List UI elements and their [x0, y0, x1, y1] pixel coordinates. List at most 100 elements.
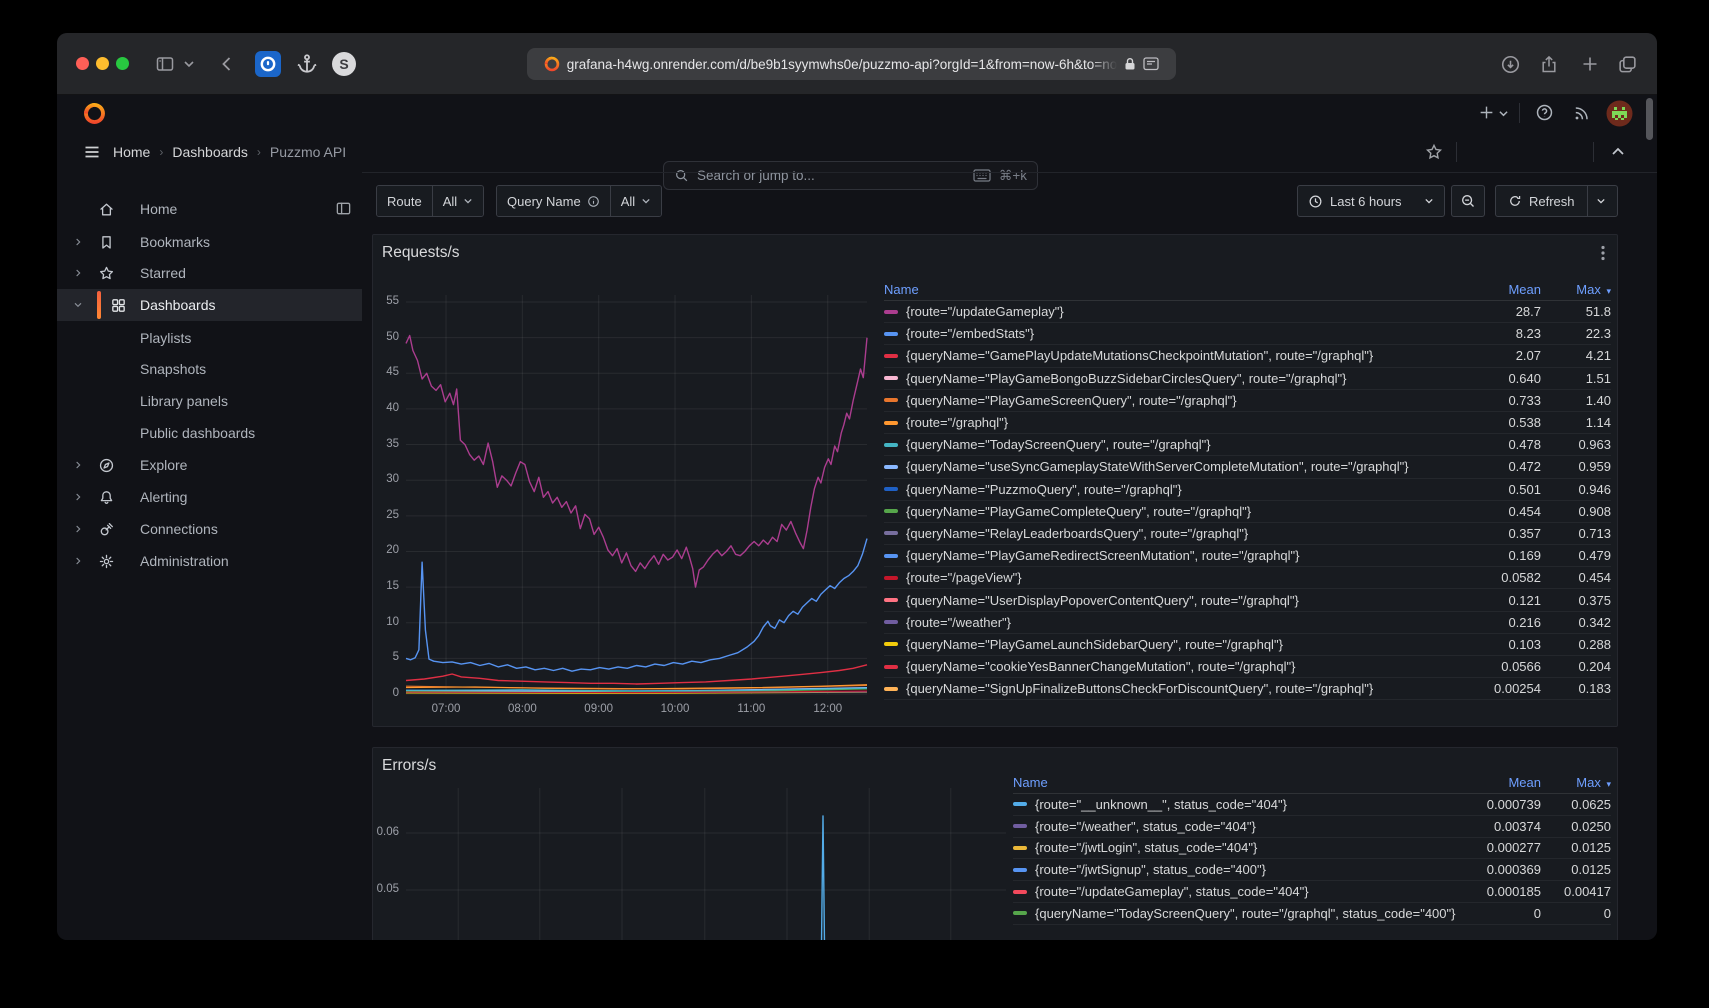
- traffic-light-zoom[interactable]: [116, 57, 129, 70]
- chevron-right-icon[interactable]: [71, 459, 85, 471]
- series-name[interactable]: {queryName="PuzzmoQuery", route="/graphq…: [906, 482, 1182, 497]
- sidebar-item-explore[interactable]: Explore: [57, 449, 362, 481]
- series-name[interactable]: {route="/jwtLogin", status_code="404"}: [1035, 840, 1257, 855]
- legend-row[interactable]: {queryName="TodayScreenQuery", route="/g…: [1013, 903, 1611, 925]
- toolbar-chevron-down-icon[interactable]: [183, 59, 195, 69]
- legend-row[interactable]: {route="__unknown__", status_code="404"}…: [1013, 794, 1611, 816]
- legend-col-mean[interactable]: Mean: [1457, 282, 1541, 297]
- chevron-right-icon[interactable]: [71, 555, 85, 567]
- series-name[interactable]: {route="/updateGameplay"}: [906, 304, 1064, 319]
- chevron-right-icon[interactable]: [71, 523, 85, 535]
- series-name[interactable]: {route="/weather"}: [906, 615, 1011, 630]
- query-name-filter[interactable]: Query Name All: [496, 185, 662, 217]
- s-extension-icon[interactable]: S: [331, 51, 357, 77]
- sidebar-item-public-dashboards[interactable]: Public dashboards: [57, 417, 362, 449]
- series-name[interactable]: {route="/pageView"}: [906, 570, 1022, 585]
- legend-row[interactable]: {queryName="SignUpFinalizeButtonsCheckFo…: [884, 678, 1611, 700]
- refresh-interval-dropdown[interactable]: [1587, 186, 1614, 216]
- back-button-icon[interactable]: [217, 54, 237, 74]
- legend-row[interactable]: {queryName="PlayGameScreenQuery", route=…: [884, 390, 1611, 412]
- series-name[interactable]: {queryName="RelayLeaderboardsQuery", rou…: [906, 526, 1248, 541]
- legend-col-name[interactable]: Name: [884, 282, 1457, 297]
- breadcrumb-item-dashboards[interactable]: Dashboards: [172, 144, 248, 160]
- add-icon[interactable]: [1478, 104, 1495, 121]
- legend-row[interactable]: {queryName="UserDisplayPopoverContentQue…: [884, 589, 1611, 611]
- route-filter-value[interactable]: All: [432, 186, 483, 216]
- series-name[interactable]: {route="__unknown__", status_code="404"}: [1035, 797, 1287, 812]
- legend-col-max[interactable]: Max ▾: [1541, 775, 1611, 790]
- add-chevron-down-icon[interactable]: [1498, 109, 1509, 118]
- sidebar-item-dashboards[interactable]: Dashboards: [57, 289, 362, 321]
- time-range-picker[interactable]: Last 6 hours: [1297, 185, 1445, 217]
- series-name[interactable]: {route="/weather", status_code="404"}: [1035, 819, 1256, 834]
- legend-row[interactable]: {route="/jwtLogin", status_code="404"}0.…: [1013, 838, 1611, 860]
- series-name[interactable]: {route="/embedStats"}: [906, 326, 1034, 341]
- address-bar[interactable]: grafana-h4wg.onrender.com/d/be9b1syymwhs…: [527, 48, 1176, 80]
- series-name[interactable]: {queryName="cookieYesBannerChangeMutatio…: [906, 659, 1295, 674]
- legend-row[interactable]: {queryName="RelayLeaderboardsQuery", rou…: [884, 523, 1611, 545]
- share-icon[interactable]: [1539, 54, 1559, 75]
- collapse-toolbar-chevron-up-icon[interactable]: [1611, 146, 1625, 157]
- sidebar-toggle-icon[interactable]: [155, 54, 175, 74]
- legend-row[interactable]: {queryName="cookieYesBannerChangeMutatio…: [884, 656, 1611, 678]
- series-name[interactable]: {route="/jwtSignup", status_code="400"}: [1035, 862, 1266, 877]
- legend-row[interactable]: {queryName="useSyncGameplayStateWithServ…: [884, 456, 1611, 478]
- legend-row[interactable]: {route="/graphql"}0.5381.14: [884, 412, 1611, 434]
- series-name[interactable]: {queryName="PlayGameLaunchSidebarQuery",…: [906, 637, 1283, 652]
- legend-col-mean[interactable]: Mean: [1457, 775, 1541, 790]
- route-filter[interactable]: Route All: [376, 185, 484, 217]
- user-avatar[interactable]: [1606, 100, 1633, 127]
- news-rss-icon[interactable]: [1573, 104, 1591, 122]
- legend-row[interactable]: {route="/jwtSignup", status_code="400"}0…: [1013, 859, 1611, 881]
- star-dashboard-icon[interactable]: [1425, 143, 1443, 161]
- query-name-filter-value[interactable]: All: [610, 186, 661, 216]
- breadcrumb-item-home[interactable]: Home: [113, 144, 150, 160]
- series-name[interactable]: {route="/updateGameplay", status_code="4…: [1035, 884, 1309, 899]
- series-name[interactable]: {route="/graphql"}: [906, 415, 1008, 430]
- legend-row[interactable]: {route="/weather"}0.2160.342: [884, 612, 1611, 634]
- series-name[interactable]: {queryName="TodayScreenQuery", route="/g…: [906, 437, 1211, 452]
- dock-menu-icon[interactable]: [335, 200, 352, 217]
- sidebar-item-playlists[interactable]: Playlists: [57, 322, 362, 354]
- legend-row[interactable]: {queryName="GamePlayUpdateMutationsCheck…: [884, 345, 1611, 367]
- chevron-down-icon[interactable]: [71, 299, 85, 311]
- series-name[interactable]: {queryName="PlayGameRedirectScreenMutati…: [906, 548, 1300, 563]
- legend-row[interactable]: {queryName="PlayGameCompleteQuery", rout…: [884, 501, 1611, 523]
- legend-row[interactable]: {queryName="PuzzmoQuery", route="/graphq…: [884, 479, 1611, 501]
- legend-row[interactable]: {route="/embedStats"}8.2322.3: [884, 323, 1611, 345]
- legend-col-name[interactable]: Name: [1013, 775, 1457, 790]
- password-manager-icon[interactable]: [255, 51, 281, 77]
- traffic-light-minimize[interactable]: [96, 57, 109, 70]
- sidebar-item-starred[interactable]: Starred: [57, 257, 362, 289]
- new-tab-icon[interactable]: [1580, 54, 1600, 74]
- series-name[interactable]: {queryName="GamePlayUpdateMutationsCheck…: [906, 348, 1373, 363]
- series-name[interactable]: {queryName="PlayGameCompleteQuery", rout…: [906, 504, 1251, 519]
- sidebar-item-home[interactable]: Home: [57, 193, 362, 225]
- sidebar-item-library-panels[interactable]: Library panels: [57, 385, 362, 417]
- legend-row[interactable]: {route="/pageView"}0.05820.454: [884, 567, 1611, 589]
- zoom-out-button[interactable]: [1451, 185, 1485, 217]
- legend-row[interactable]: {queryName="PlayGameBongoBuzzSidebarCirc…: [884, 368, 1611, 390]
- help-icon[interactable]: [1535, 103, 1554, 122]
- chevron-right-icon[interactable]: [71, 491, 85, 503]
- legend-col-max[interactable]: Max ▾: [1541, 282, 1611, 297]
- legend-row[interactable]: {queryName="PlayGameLaunchSidebarQuery",…: [884, 634, 1611, 656]
- series-name[interactable]: {queryName="useSyncGameplayStateWithServ…: [906, 459, 1409, 474]
- refresh-button[interactable]: Refresh: [1496, 186, 1587, 216]
- sidebar-item-alerting[interactable]: Alerting: [57, 481, 362, 513]
- reader-view-icon[interactable]: [1143, 57, 1159, 71]
- sidebar-item-snapshots[interactable]: Snapshots: [57, 353, 362, 385]
- errors-chart[interactable]: [373, 748, 1033, 940]
- sidebar-item-bookmarks[interactable]: Bookmarks: [57, 226, 362, 258]
- series-name[interactable]: {queryName="TodayScreenQuery", route="/g…: [1035, 906, 1455, 921]
- requests-chart[interactable]: [373, 235, 893, 728]
- legend-row[interactable]: {route="/updateGameplay", status_code="4…: [1013, 881, 1611, 903]
- chevron-right-icon[interactable]: [71, 236, 85, 248]
- tab-overview-icon[interactable]: [1617, 54, 1638, 75]
- series-name[interactable]: {queryName="SignUpFinalizeButtonsCheckFo…: [906, 681, 1373, 696]
- sidebar-item-administration[interactable]: Administration: [57, 545, 362, 577]
- legend-row[interactable]: {queryName="TodayScreenQuery", route="/g…: [884, 434, 1611, 456]
- legend-row[interactable]: {route="/updateGameplay"}28.751.8: [884, 301, 1611, 323]
- panel-menu-kebab-icon[interactable]: [1601, 245, 1605, 261]
- legend-row[interactable]: {queryName="PlayGameRedirectScreenMutati…: [884, 545, 1611, 567]
